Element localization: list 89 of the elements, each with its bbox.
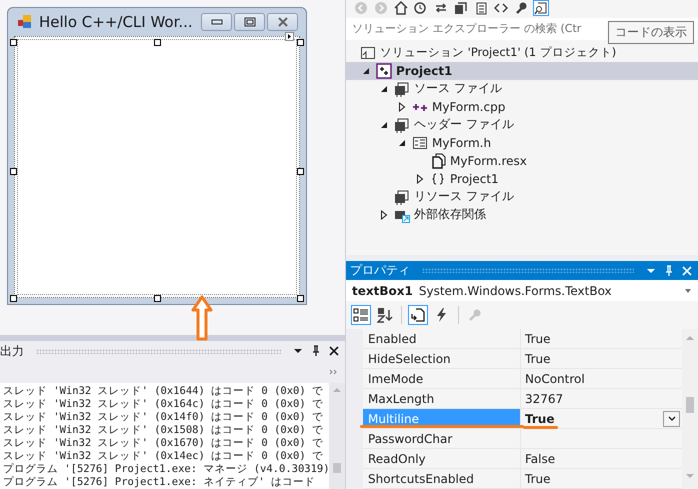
sync-icon[interactable] [434, 0, 448, 15]
alphabetical-icon[interactable] [375, 305, 395, 326]
categorized-icon[interactable] [351, 305, 371, 326]
code-icon[interactable] [494, 0, 508, 15]
property-name[interactable]: MaxLength [363, 389, 521, 408]
property-value[interactable]: True [521, 349, 682, 368]
panel-title: プロパティ [350, 262, 410, 280]
output-line: プログラム '[5276] Project1.exe: マネージ (v4.0.30319) [3, 463, 329, 476]
property-value[interactable]: False [521, 449, 682, 468]
selection-handle[interactable] [297, 168, 304, 175]
folder-icon [394, 80, 410, 97]
tree-item[interactable]: MyForm.resx [450, 154, 527, 168]
tree-item[interactable]: MyForm.cpp [432, 100, 506, 114]
output-line: スレッド 'Win32 スレッド' (0x14f0) はコード 0 (0x0) で [3, 411, 324, 424]
form-title: Hello C++/CLI Wor... [39, 13, 194, 31]
form-icon [17, 14, 33, 30]
selection-handle[interactable] [297, 39, 304, 46]
tree-item[interactable]: ヘッダー ファイル [414, 116, 514, 134]
selection-handle[interactable] [297, 295, 304, 302]
output-line: スレッド 'Win32 スレッド' (0x1644) はコード 0 (0x0) で [3, 385, 324, 398]
tree-item[interactable]: ソリューション 'Project1' (1 プロジェクト) [380, 45, 616, 60]
property-value[interactable]: NoControl [521, 369, 682, 388]
scroll-thumb[interactable] [686, 397, 694, 414]
selection-handle[interactable] [154, 39, 161, 46]
folder-icon [394, 188, 410, 205]
selection-handle[interactable] [10, 39, 17, 46]
smart-tag-icon[interactable] [285, 32, 294, 41]
solution-icon [360, 44, 376, 61]
scrollbar[interactable] [682, 329, 698, 489]
property-name[interactable]: HideSelection [363, 349, 521, 368]
panel-title: 出力 [0, 342, 24, 360]
object-selector[interactable]: textBox1 System.Windows.Forms.TextBox [346, 280, 698, 302]
dropdown-button[interactable] [663, 410, 680, 427]
output-line: スレッド 'Win32 スレッド' (0x14ec) はコード 0 (0x0) で [3, 450, 324, 463]
output-line: スレッド 'Win32 スレッド' (0x164c) はコード 0 (0x0) で [3, 398, 324, 411]
output-line: スレッド 'Win32 スレッド' (0x1670) はコード 0 (0x0) で [3, 437, 324, 450]
property-value[interactable]: True [521, 409, 682, 428]
property-name[interactable]: ImeMode [363, 369, 521, 388]
selection-handle[interactable] [10, 168, 17, 175]
tree-item[interactable]: 外部依存関係 [414, 206, 486, 224]
wrench-icon[interactable] [514, 0, 528, 15]
collapsed-arrow-icon[interactable] [380, 210, 388, 220]
minimize-button[interactable] [201, 13, 232, 31]
history-icon[interactable] [414, 0, 428, 15]
collapse-icon[interactable] [454, 0, 468, 15]
dropdown-icon[interactable] [293, 346, 303, 356]
close-button[interactable] [267, 13, 298, 31]
expanded-arrow-icon[interactable] [398, 138, 406, 147]
expanded-arrow-icon[interactable] [362, 66, 370, 75]
expanded-arrow-icon[interactable] [380, 120, 388, 129]
folder-icon [394, 116, 410, 133]
tree-item[interactable]: MyForm.h [432, 136, 492, 150]
close-icon [276, 17, 288, 27]
tree-item[interactable]: Project1 [396, 64, 452, 78]
property-value[interactable]: True [521, 329, 682, 348]
minimize-icon [210, 18, 222, 26]
maximize-icon [244, 17, 256, 27]
tree-item[interactable]: リソース ファイル [414, 188, 514, 206]
overflow-icon[interactable] [329, 369, 337, 375]
output-line: プログラム '[5276] Project1.exe: ネイティブ' はコード [3, 476, 316, 489]
selection-handle[interactable] [10, 295, 17, 302]
tree-item[interactable]: Project1 [450, 172, 499, 186]
output-line: スレッド 'Win32 スレッド' (0x1508) はコード 0 (0x0) で [3, 424, 324, 437]
property-name[interactable]: PasswordChar [363, 429, 521, 448]
property-name[interactable]: ReadOnly [363, 449, 521, 468]
braces-icon [430, 170, 446, 187]
collapsed-arrow-icon[interactable] [416, 174, 424, 184]
maximize-button[interactable] [234, 13, 265, 31]
property-value[interactable]: True [521, 469, 682, 488]
selection-handle[interactable] [154, 295, 161, 302]
scrollbar[interactable] [329, 383, 345, 489]
caret-icon [668, 416, 676, 422]
property-value[interactable]: 32767 [521, 389, 682, 408]
tree-item[interactable]: ソース ファイル [414, 80, 502, 98]
home-icon[interactable] [394, 0, 408, 15]
project-icon [376, 62, 392, 79]
collapsed-arrow-icon[interactable] [398, 102, 406, 112]
files-icon[interactable] [474, 0, 488, 15]
properties-icon[interactable] [408, 305, 428, 326]
scroll-thumb[interactable] [333, 463, 341, 473]
close-icon[interactable] [329, 346, 339, 356]
file-icon [430, 152, 446, 169]
property-name[interactable]: Enabled [363, 329, 521, 348]
form-file-icon [412, 134, 428, 151]
pin-icon[interactable] [311, 345, 321, 357]
tooltip: コードの表示 [608, 21, 694, 44]
expanded-arrow-icon[interactable] [380, 84, 388, 93]
property-name[interactable]: ShortcutsEnabled [363, 469, 521, 488]
view-icon[interactable] [534, 0, 548, 15]
